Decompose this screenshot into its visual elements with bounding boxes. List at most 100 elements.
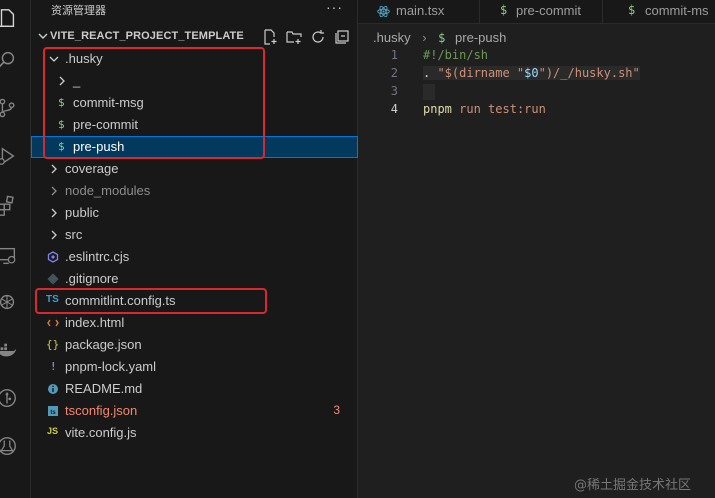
svg-text:ts: ts — [50, 410, 56, 416]
test-icon[interactable] — [0, 428, 31, 464]
tree-file-vite-config[interactable]: JS vite.config.js — [31, 422, 358, 444]
search-icon[interactable] — [0, 42, 31, 78]
tree-item-label: tsconfig.json — [65, 403, 138, 418]
shell-file-icon: $ — [58, 96, 65, 109]
chevron-right-icon: › — [422, 30, 427, 45]
tree-folder-node-modules[interactable]: node_modules — [31, 180, 358, 202]
error-count-badge: 3 — [333, 403, 340, 417]
explorer-sidebar: 资源管理器 ··· VITE_REACT_PROJECT_TEMPLATE .h… — [31, 0, 358, 498]
line-number: 3 — [390, 84, 398, 98]
tree-item-label: public — [65, 205, 99, 220]
shell-file-icon: $ — [58, 118, 65, 131]
tree-file-pre-push[interactable]: $ pre-push — [31, 136, 358, 158]
line-number: 2 — [390, 66, 398, 80]
tree-file-eslintrc[interactable]: .eslintrc.cjs — [31, 246, 358, 268]
line-number: 1 — [390, 48, 398, 62]
tree-folder-public[interactable]: public — [31, 202, 358, 224]
tab-bar: main.tsx $ pre-commit $ commit-ms — [358, 0, 715, 24]
tree-folder-coverage[interactable]: coverage — [31, 158, 358, 180]
project-section-header[interactable]: VITE_REACT_PROJECT_TEMPLATE — [31, 26, 358, 48]
tree-file-index-html[interactable]: index.html — [31, 312, 358, 334]
tree-file-pnpm-lock[interactable]: ! pnpm-lock.yaml — [31, 356, 358, 378]
shell-file-icon: $ — [628, 3, 636, 17]
editor-area: main.tsx $ pre-commit $ commit-ms .husky… — [358, 0, 715, 498]
tree-item-label: pre-push — [73, 139, 125, 154]
explorer-title: 资源管理器 — [51, 4, 106, 17]
tree-folder-husky[interactable]: .husky — [31, 48, 358, 70]
code-text: pnpm run test:run — [423, 102, 546, 116]
chevron-right-icon — [51, 186, 57, 196]
explorer-icon[interactable] — [0, 0, 31, 36]
code-text: #!/bin/sh — [423, 48, 489, 62]
new-file-icon[interactable] — [262, 29, 278, 45]
chevron-down-icon — [49, 56, 59, 62]
tree-item-label: .husky — [65, 51, 103, 66]
more-actions-button[interactable]: ··· — [326, 0, 343, 15]
activity-bar — [0, 0, 31, 498]
tab-label: main.tsx — [396, 3, 445, 18]
docker-icon[interactable] — [0, 333, 31, 369]
tree-item-label: coverage — [65, 161, 119, 176]
run-debug-icon[interactable] — [0, 138, 31, 174]
tree-item-label: vite.config.js — [65, 425, 137, 440]
tree-file-commit-msg[interactable]: $ commit-msg — [31, 92, 358, 114]
refresh-icon[interactable] — [310, 29, 326, 45]
shell-file-icon: $ — [438, 31, 446, 45]
tree-item-label: _ — [73, 73, 81, 88]
tab-label: commit-ms — [645, 3, 709, 18]
tree-file-commitlint-config[interactable]: TS commitlint.config.ts — [31, 290, 358, 312]
yaml-icon: ! — [50, 360, 57, 373]
code-line[interactable]: 1 #!/bin/sh — [358, 47, 715, 65]
tab-label: pre-commit — [516, 3, 582, 18]
info-icon — [48, 384, 58, 394]
typescript-icon: TS — [46, 294, 59, 305]
javascript-icon: JS — [47, 426, 59, 436]
tree-item-label: commit-msg — [73, 95, 144, 110]
tree-item-label: commitlint.config.ts — [65, 293, 176, 308]
breadcrumb: .husky › $ pre-push — [373, 30, 506, 46]
openai-icon[interactable] — [0, 284, 31, 320]
collapse-all-icon[interactable] — [334, 29, 350, 45]
tab-commit-msg[interactable]: $ commit-ms — [603, 0, 715, 23]
tree-folder-underscore[interactable]: _ — [31, 70, 358, 92]
tree-item-label: src — [65, 227, 83, 242]
tree-file-gitignore[interactable]: .gitignore — [31, 268, 358, 290]
shell-file-icon: $ — [500, 3, 508, 17]
tree-folder-src[interactable]: src — [31, 224, 358, 246]
tab-pre-commit[interactable]: $ pre-commit — [480, 0, 603, 23]
line-number: 4 — [390, 102, 398, 116]
tab-main-tsx[interactable]: main.tsx — [358, 0, 480, 23]
tree-file-readme[interactable]: README.md — [31, 378, 358, 400]
tree-file-package-json[interactable]: {} package.json — [31, 334, 358, 356]
tree-item-label: .eslintrc.cjs — [65, 249, 130, 264]
breadcrumb-folder[interactable]: .husky — [373, 30, 411, 45]
tree-item-label: node_modules — [65, 183, 151, 198]
tree-file-tsconfig[interactable]: ts tsconfig.json 3 — [31, 400, 358, 422]
tree-item-label: README.md — [65, 381, 143, 396]
json-icon: {} — [46, 338, 60, 351]
git-graph-icon[interactable] — [0, 380, 31, 416]
breadcrumb-file[interactable]: pre-push — [455, 30, 506, 45]
tsconfig-icon: ts — [48, 406, 58, 416]
tree-file-pre-commit[interactable]: $ pre-commit — [31, 114, 358, 136]
react-icon — [377, 5, 390, 18]
tree-item-label: .gitignore — [65, 271, 119, 286]
explorer-header: 资源管理器 ··· — [31, 0, 358, 22]
extensions-icon[interactable] — [0, 188, 31, 224]
code-line[interactable]: 4 pnpm run test:run — [358, 101, 715, 119]
tree-item-label: package.json — [65, 337, 142, 352]
source-control-icon[interactable] — [0, 90, 31, 126]
new-folder-icon[interactable] — [286, 29, 302, 45]
remote-explorer-icon[interactable] — [0, 238, 31, 274]
shell-file-icon: $ — [58, 140, 65, 153]
project-name: VITE_REACT_PROJECT_TEMPLATE — [50, 30, 244, 42]
code-line[interactable]: 2 . "$(dirname "$0")/_/husky.sh" — [358, 65, 715, 83]
chevron-down-icon — [38, 33, 48, 39]
code-line[interactable]: 3 — [358, 83, 715, 101]
code-text: . "$(dirname "$0")/_/husky.sh" — [423, 66, 640, 80]
chevron-right-icon — [51, 164, 57, 174]
git-icon — [47, 273, 59, 285]
code-text — [423, 84, 435, 100]
tree-item-label: index.html — [65, 315, 125, 330]
tree-item-label: pre-commit — [73, 117, 139, 132]
